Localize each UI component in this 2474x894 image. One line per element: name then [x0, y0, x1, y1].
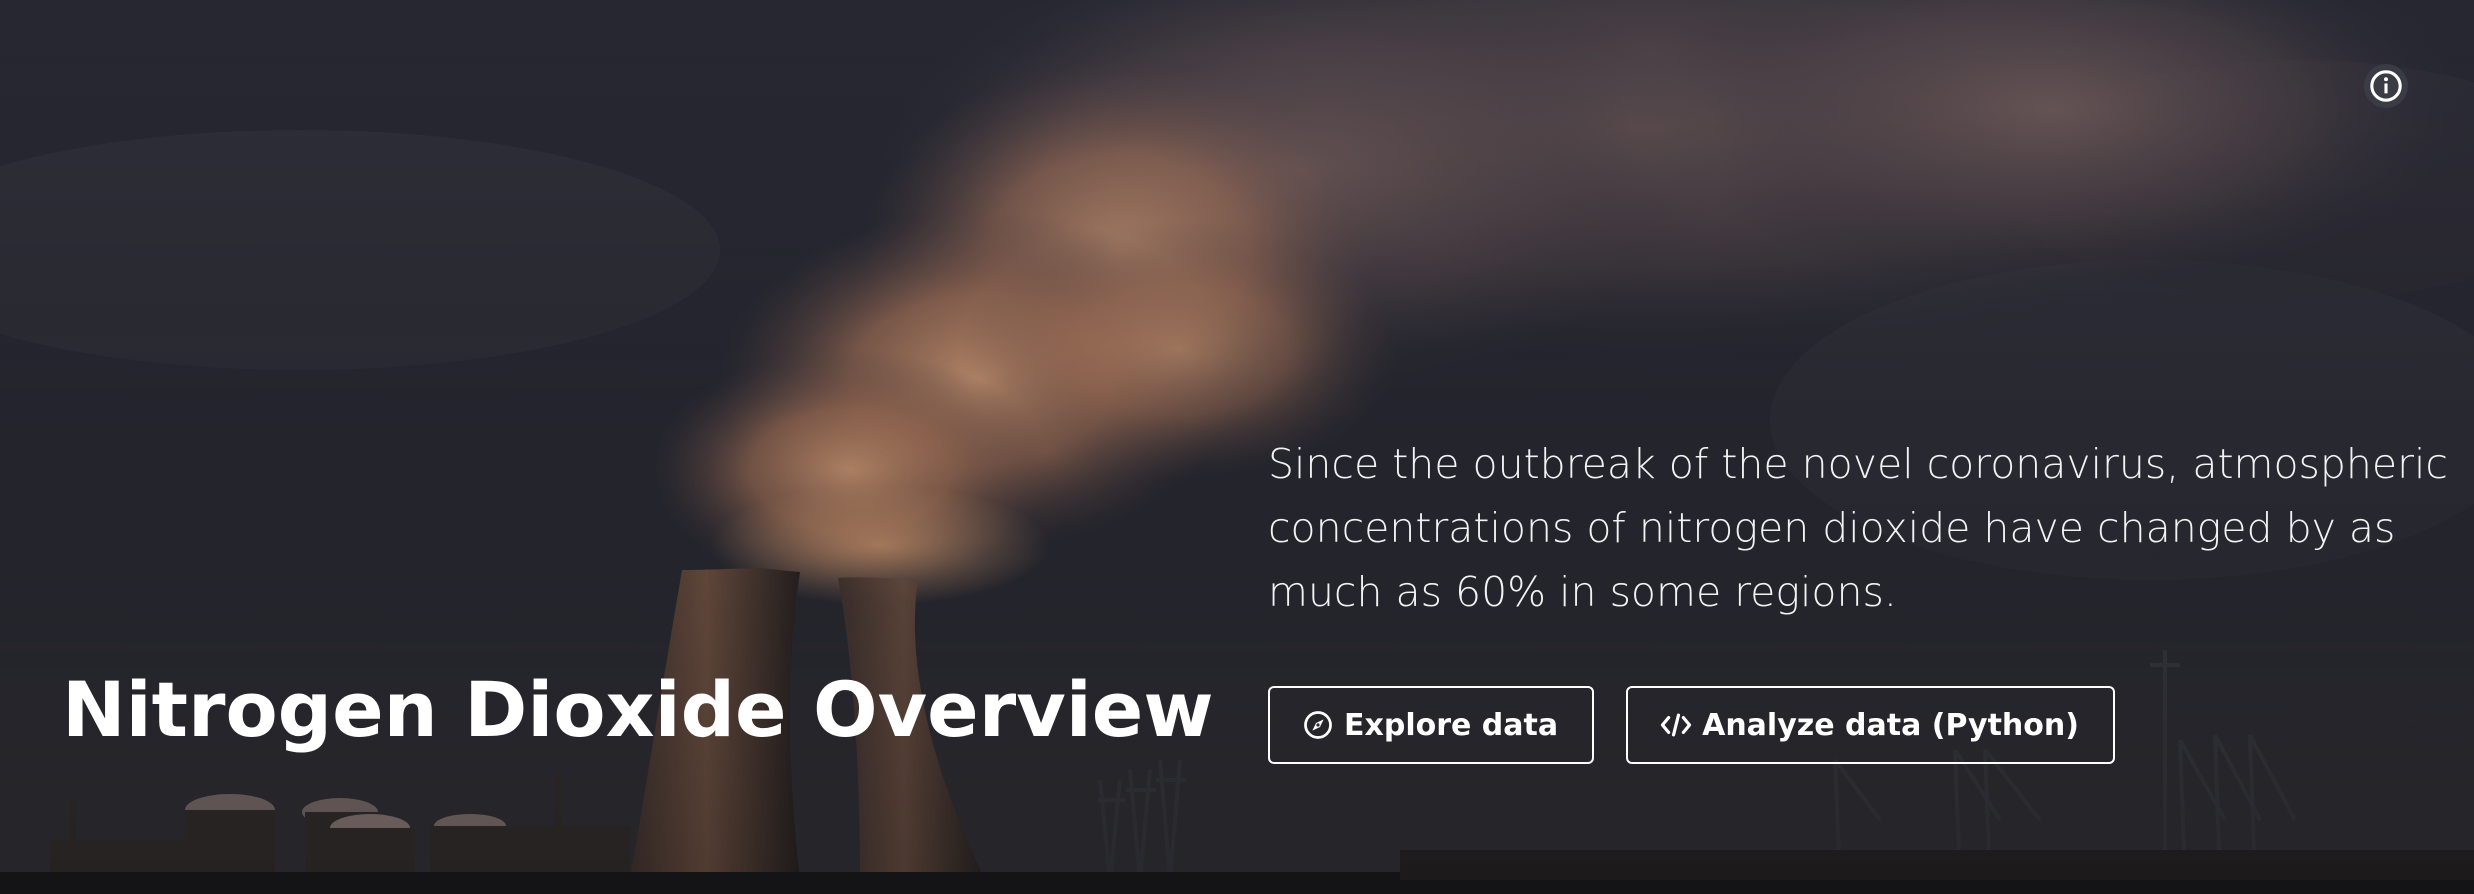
- info-circle-icon: [2370, 70, 2402, 102]
- code-icon: [1660, 709, 1692, 741]
- hero-description: Since the outbreak of the novel coronavi…: [1268, 440, 2448, 616]
- analyze-data-python-button[interactable]: Analyze data (Python): [1626, 686, 2115, 764]
- page-title: Nitrogen Dioxide Overview: [62, 665, 1214, 754]
- explore-data-button[interactable]: Explore data: [1268, 686, 1595, 764]
- analyze-data-label: Analyze data (Python): [1702, 707, 2079, 743]
- hero-actions: Explore data Analyze data (Python): [1268, 686, 2115, 764]
- hero-banner: Nitrogen Dioxide Overview Since the outb…: [0, 0, 2474, 894]
- info-button[interactable]: [2364, 64, 2408, 108]
- explore-data-label: Explore data: [1344, 707, 1559, 743]
- compass-icon: [1302, 709, 1334, 741]
